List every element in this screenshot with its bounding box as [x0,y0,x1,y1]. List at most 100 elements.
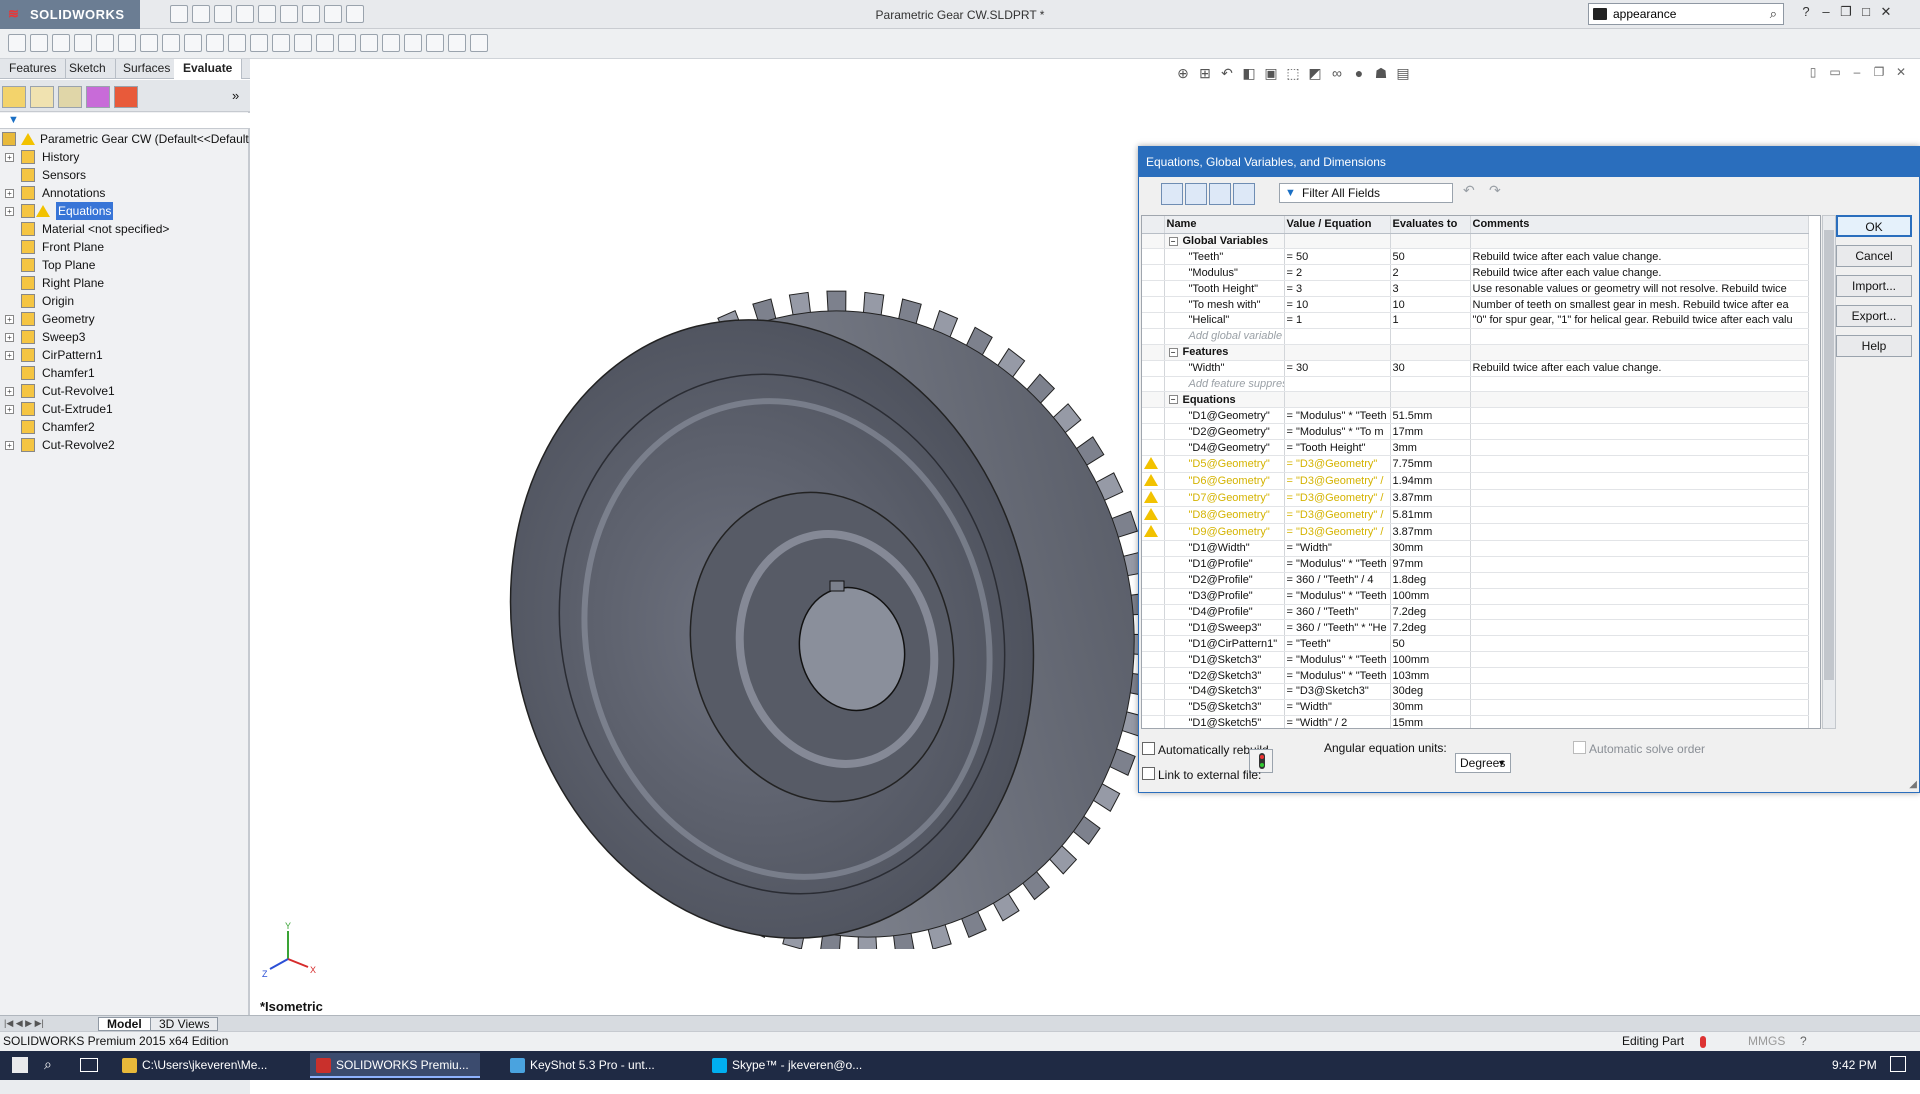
value-cell[interactable]: = "Modulus" * "Teeth [1284,556,1391,573]
zebra-icon[interactable] [228,34,246,52]
tree-item-chamfer1[interactable]: Chamfer1 [0,364,250,382]
search-input[interactable] [1613,6,1753,22]
dimension-view-icon[interactable] [1209,183,1231,205]
comment-cell[interactable]: "0" for spur gear, "1" for helical gear.… [1470,312,1809,329]
taskbar-app-2[interactable]: KeyShot 5.3 Pro - unt... [504,1053,670,1078]
expand-icon[interactable]: + [5,405,14,414]
table-row[interactable]: "D1@Width" = "Width" 30mm [1142,540,1809,557]
table-row[interactable]: "D4@Profile" = 360 / "Teeth" 7.2deg [1142,604,1809,621]
expand-icon[interactable]: + [5,207,14,216]
edit-appearance-icon[interactable]: ● [1348,65,1370,81]
value-cell[interactable]: = "Modulus" * "Teeth [1284,651,1391,669]
comment-cell[interactable]: Use resonable values or geometry will no… [1470,280,1809,298]
table-row[interactable]: "D4@Geometry" = "Tooth Height" 3mm [1142,439,1809,456]
name-cell[interactable]: "D1@Sweep3" [1164,619,1285,637]
view-orientation-icon[interactable]: ⬚ [1282,65,1304,82]
sustainability-icon[interactable] [426,34,444,52]
table-row[interactable]: "Modulus" = 2 2 Rebuild twice after each va… [1142,264,1809,282]
tab-sketch[interactable]: Sketch [60,59,116,79]
add-row[interactable]: Add global variable [1142,328,1809,345]
name-cell[interactable]: "Width" [1164,360,1285,377]
taskbar-app-3[interactable]: Skype™ - jkeveren@o... [706,1053,874,1078]
value-cell[interactable]: = "D3@Sketch3" [1284,683,1391,700]
column-evaluates[interactable]: Evaluates to [1390,216,1471,234]
display-manager-icon[interactable] [114,86,138,108]
table-row[interactable]: "Helical" = 1 1 "0" for spur gear, "1" for … [1142,312,1809,329]
curvature-icon[interactable] [250,34,268,52]
table-row[interactable]: "D7@Geometry" = "D3@Geometry" /3.87mm [1142,489,1809,507]
print3d-icon[interactable] [470,34,488,52]
vp-restore-icon[interactable]: ❐ [1868,65,1890,79]
table-row[interactable]: "D1@CirPattern1" = "Teeth" 50 [1142,635,1809,653]
3dexperience-icon[interactable] [448,34,466,52]
tree-item-right[interactable]: Right Plane [0,274,250,292]
simulation-icon[interactable] [404,34,422,52]
expand-panel-icon[interactable]: » [232,88,239,103]
value-cell[interactable]: = "D3@Geometry" / [1284,472,1391,490]
geometry-analysis-icon[interactable] [184,34,202,52]
name-cell[interactable]: "D4@Geometry" [1164,439,1285,456]
tree-item-cutrevolve1[interactable]: + Cut-Revolve1 [0,382,250,400]
undercut-icon[interactable] [316,34,334,52]
table-row[interactable]: "D1@Sweep3" = 360 / "Teeth" * "He 7.2deg [1142,619,1809,637]
vp-minimize-icon[interactable]: – [1846,65,1868,79]
task-view-icon[interactable] [80,1058,98,1072]
expand-icon[interactable]: + [5,387,14,396]
draft-analysis-icon[interactable] [206,34,224,52]
comment-cell[interactable] [1470,572,1809,589]
value-cell[interactable]: = "Modulus" * "Teeth [1284,407,1391,425]
value-cell[interactable]: = 360 / "Teeth" / 4 [1284,572,1391,589]
value-cell[interactable]: = "Tooth Height" [1284,439,1391,456]
value-cell[interactable]: = 30 [1284,360,1391,377]
statistics-icon[interactable] [140,34,158,52]
name-cell[interactable]: "D1@CirPattern1" [1164,635,1285,653]
table-row[interactable]: "D5@Geometry" = "D3@Geometry" 7.75mm [1142,455,1809,473]
dialog-title[interactable]: Equations, Global Variables, and Dimensi… [1139,147,1919,177]
search-icon[interactable]: ⌕ [1770,6,1777,22]
table-row[interactable]: "D3@Profile" = "Modulus" * "Teeth 100mm [1142,588,1809,605]
filter-all-fields-input[interactable]: ▼ Filter All Fields [1279,183,1453,203]
comment-cell[interactable] [1470,407,1809,425]
angular-units-select[interactable]: Degrees ▼ [1455,753,1511,773]
table-row[interactable]: "D8@Geometry" = "D3@Geometry" /5.81mm [1142,506,1809,524]
split-view-icon[interactable]: ▯ [1802,65,1824,79]
table-row[interactable]: "D1@Sketch3" = "Modulus" * "Teeth 100mm [1142,651,1809,669]
name-cell[interactable]: "D1@Sketch5" [1164,715,1285,728]
expand-icon[interactable]: + [5,153,14,162]
table-row[interactable]: "Teeth" = 50 50 Rebuild twice after each va… [1142,248,1809,266]
value-cell[interactable]: = "D3@Geometry" / [1284,506,1391,524]
name-cell[interactable]: "D4@Sketch3" [1164,683,1285,700]
link-external-checkbox[interactable] [1142,767,1155,780]
check-icon[interactable] [162,34,180,52]
table-row[interactable]: "D2@Sketch3" = "Modulus" * "Teeth 103mm [1142,667,1809,684]
tree-item-chamfer2[interactable]: Chamfer2 [0,418,250,436]
restore-icon[interactable]: ❐ [1836,4,1856,20]
tree-item-cirpattern1[interactable]: + CirPattern1 [0,346,250,364]
comment-cell[interactable] [1470,588,1809,605]
value-cell[interactable]: = "D3@Geometry" / [1284,489,1391,507]
design-checker-icon[interactable] [8,34,26,52]
value-cell[interactable]: = 50 [1284,248,1391,266]
comment-cell[interactable] [1470,506,1809,524]
table-row[interactable]: "To mesh with" = 10 10 Number of teeth on s… [1142,296,1809,313]
comment-cell[interactable] [1470,455,1809,473]
symmetry-check-icon[interactable] [272,34,290,52]
table-row[interactable]: "D1@Sketch5" = "Width" / 2 15mm [1142,715,1809,728]
tree-item-equations[interactable]: + Equations [0,202,250,220]
featuremanager-icon[interactable] [2,86,26,108]
value-cell[interactable]: = "Width" [1284,540,1391,557]
comment-cell[interactable]: Rebuild twice after each value change. [1470,264,1809,282]
close-icon[interactable]: ✕ [1876,4,1896,20]
column-comments[interactable]: Comments [1470,216,1809,234]
value-cell[interactable]: = 360 / "Teeth" [1284,604,1391,621]
tree-item-sweep3[interactable]: + Sweep3 [0,328,250,346]
mass-properties-icon[interactable] [74,34,92,52]
measure-icon[interactable] [30,34,48,52]
comment-cell[interactable] [1470,423,1809,441]
taskbar-app-1[interactable]: SOLIDWORKS Premiu... [310,1053,480,1078]
table-row[interactable]: "D5@Sketch3" = "Width" 30mm [1142,699,1809,716]
comment-cell[interactable]: Number of teeth on smallest gear in mesh… [1470,296,1809,313]
value-cell[interactable]: = "Width" [1284,699,1391,716]
view-settings-icon[interactable]: ▤ [1392,65,1414,82]
zoom-to-area-icon[interactable]: ⊞ [1194,65,1216,82]
